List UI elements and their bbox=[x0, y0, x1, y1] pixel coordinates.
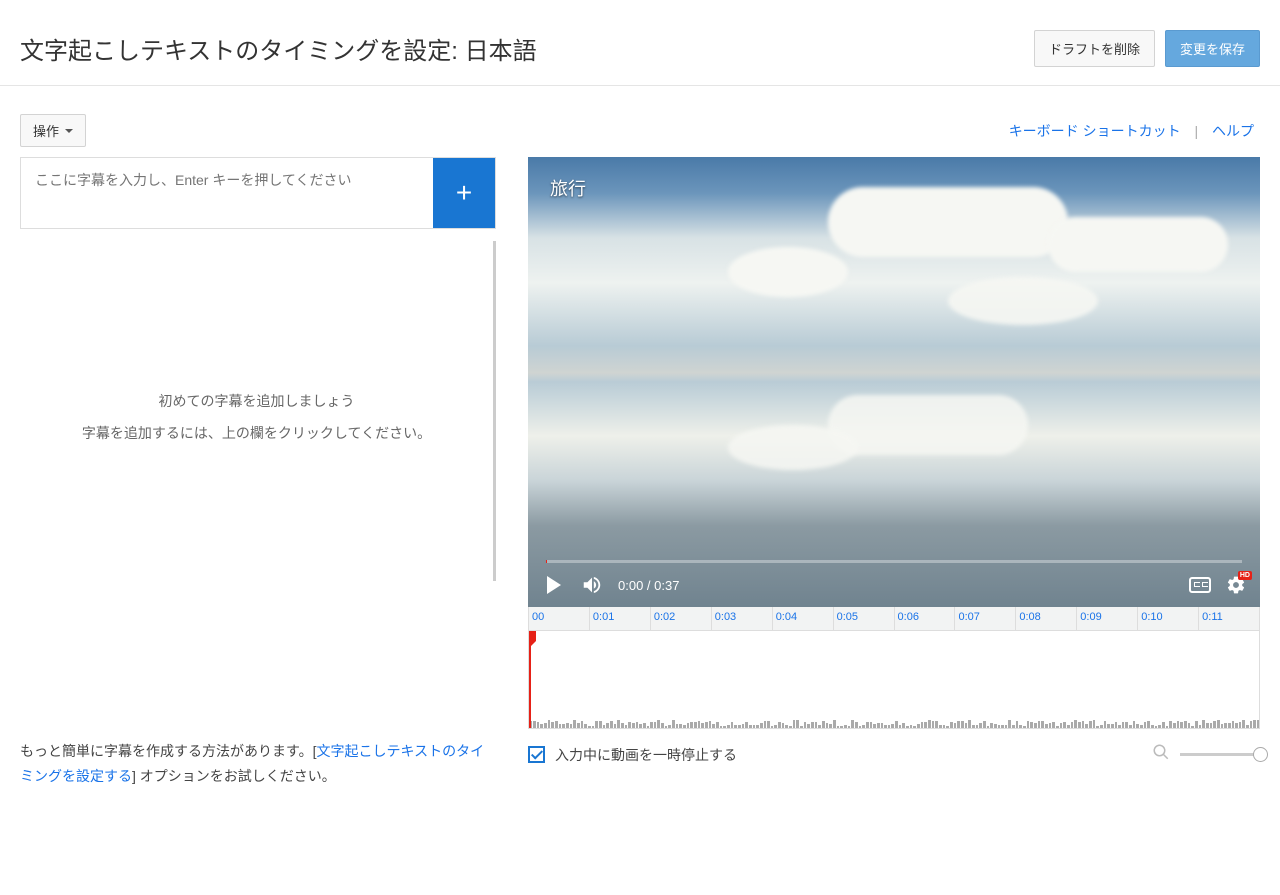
ruler-tick: 0:05 bbox=[833, 607, 894, 630]
video-player[interactable]: 旅行 0:00 / 0:37 bbox=[528, 157, 1260, 607]
empty-state-subtitle: 字幕を追加するには、上の欄をクリックしてください。 bbox=[20, 423, 493, 443]
subtitle-list: 初めての字幕を追加しましょう 字幕を追加するには、上の欄をクリックしてください。 bbox=[20, 241, 496, 581]
volume-button[interactable] bbox=[580, 573, 604, 597]
plus-icon: + bbox=[456, 177, 472, 209]
cc-icon bbox=[1189, 577, 1211, 593]
play-icon bbox=[547, 576, 561, 594]
actions-label: 操作 bbox=[33, 121, 59, 140]
pause-while-typing-checkbox[interactable]: 入力中に動画を一時停止する bbox=[528, 745, 737, 765]
zoom-slider[interactable] bbox=[1180, 753, 1260, 756]
save-changes-button[interactable]: 変更を保存 bbox=[1165, 30, 1260, 67]
subtitle-input[interactable] bbox=[21, 158, 433, 228]
caret-down-icon bbox=[65, 129, 73, 133]
video-overlay-title: 旅行 bbox=[550, 175, 586, 201]
ruler-tick: 0:03 bbox=[711, 607, 772, 630]
magnifier-icon bbox=[1152, 743, 1170, 761]
hd-badge: HD bbox=[1238, 571, 1252, 580]
actions-dropdown[interactable]: 操作 bbox=[20, 114, 86, 147]
add-subtitle-button[interactable]: + bbox=[433, 158, 495, 228]
zoom-icon[interactable] bbox=[1152, 743, 1170, 766]
empty-state-title: 初めての字幕を追加しましょう bbox=[20, 391, 493, 411]
pause-label: 入力中に動画を一時停止する bbox=[555, 745, 737, 765]
ruler-tick: 0:01 bbox=[589, 607, 650, 630]
ruler-tick: 00 bbox=[529, 607, 589, 630]
play-button[interactable] bbox=[542, 573, 566, 597]
zoom-handle[interactable] bbox=[1253, 747, 1268, 762]
timeline-track[interactable] bbox=[529, 631, 1259, 728]
ruler-tick: 0:09 bbox=[1076, 607, 1137, 630]
page-title: 文字起こしテキストのタイミングを設定: 日本語 bbox=[20, 31, 537, 66]
divider: | bbox=[1194, 123, 1198, 139]
waveform bbox=[529, 714, 1259, 728]
ruler-tick: 0:11 bbox=[1198, 607, 1259, 630]
timeline-ruler: 00 0:01 0:02 0:03 0:04 0:05 0:06 0:07 0:… bbox=[529, 607, 1259, 631]
video-time-display: 0:00 / 0:37 bbox=[618, 578, 679, 593]
timeline[interactable]: 00 0:01 0:02 0:03 0:04 0:05 0:06 0:07 0:… bbox=[528, 607, 1260, 729]
help-link[interactable]: ヘルプ bbox=[1212, 123, 1254, 139]
ruler-tick: 0:02 bbox=[650, 607, 711, 630]
ruler-tick: 0:10 bbox=[1137, 607, 1198, 630]
video-thumbnail bbox=[528, 157, 1260, 607]
ruler-tick: 0:08 bbox=[1015, 607, 1076, 630]
checkbox-icon bbox=[528, 746, 545, 763]
ruler-tick: 0:06 bbox=[894, 607, 955, 630]
delete-draft-button[interactable]: ドラフトを削除 bbox=[1034, 30, 1155, 67]
ruler-tick: 0:07 bbox=[954, 607, 1015, 630]
keyboard-shortcuts-link[interactable]: キーボード ショートカット bbox=[1009, 123, 1181, 139]
captions-button[interactable] bbox=[1188, 573, 1212, 597]
settings-button[interactable]: HD bbox=[1226, 575, 1246, 595]
playhead[interactable] bbox=[529, 631, 531, 728]
ruler-tick: 0:04 bbox=[772, 607, 833, 630]
speaker-icon bbox=[581, 574, 603, 596]
tip-text: もっと簡単に字幕を作成する方法があります。[文字起こしテキストのタイミングを設定… bbox=[20, 739, 496, 789]
